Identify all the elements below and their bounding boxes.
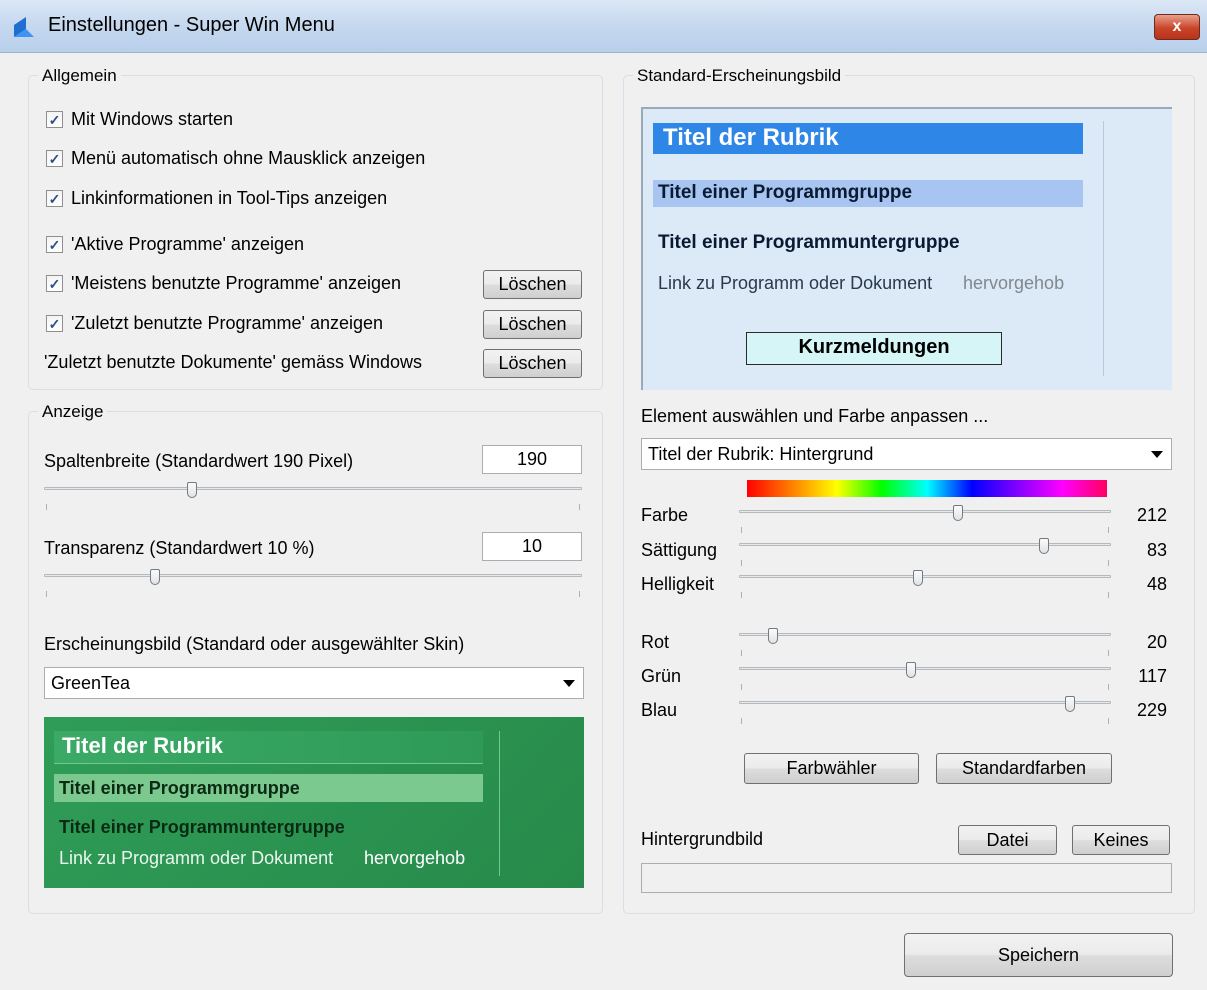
display-group-label: Anzeige bbox=[38, 402, 108, 422]
lightness-track bbox=[739, 575, 1111, 578]
auto-show-menu-checkbox[interactable]: ✓ bbox=[46, 150, 63, 167]
tooltip-info-label: Linkinformationen in Tool-Tips anzeigen bbox=[71, 188, 388, 208]
general-group-label: Allgemein bbox=[38, 66, 121, 86]
most-used-programs-checkbox[interactable]: ✓ bbox=[46, 275, 63, 292]
saturation-slider-thumb[interactable] bbox=[1039, 538, 1050, 554]
active-programs-label: 'Aktive Programme' anzeigen bbox=[71, 234, 304, 254]
blue-slider-thumb[interactable] bbox=[1064, 696, 1075, 712]
slider-tick bbox=[741, 718, 742, 724]
appearance-group-label: Standard-Erscheinungsbild bbox=[633, 66, 846, 86]
start-with-windows-label: Mit Windows starten bbox=[71, 109, 234, 129]
preview-highlight-text: hervorgehob bbox=[963, 273, 1065, 293]
skin-select[interactable]: GreenTea bbox=[44, 667, 584, 699]
green-track bbox=[739, 667, 1111, 670]
red-track bbox=[739, 633, 1111, 636]
red-value: 20 bbox=[1146, 632, 1167, 652]
start-with-windows-checkbox[interactable]: ✓ bbox=[46, 111, 63, 128]
most-used-programs-label: 'Meistens benutzte Programme' anzeigen bbox=[71, 273, 402, 293]
slider-tick bbox=[741, 684, 742, 690]
close-icon: x bbox=[1172, 18, 1182, 35]
recent-documents-label: 'Zuletzt benutzte Dokumente' gemäss Wind… bbox=[44, 352, 423, 372]
green-label: Grün bbox=[641, 666, 682, 686]
green-slider-thumb[interactable] bbox=[905, 662, 916, 678]
slider-tick bbox=[46, 591, 47, 597]
transparency-label: Transparenz (Standardwert 10 %) bbox=[44, 538, 315, 558]
hue-value: 212 bbox=[1136, 505, 1167, 525]
preview-group-title: Titel einer Programmgruppe bbox=[59, 778, 300, 798]
slider-tick bbox=[741, 592, 742, 598]
none-button[interactable]: Keines bbox=[1072, 825, 1170, 855]
close-button[interactable]: x bbox=[1154, 14, 1200, 40]
saturation-value: 83 bbox=[1146, 540, 1167, 560]
preview-link-text: Link zu Programm oder Dokument bbox=[59, 848, 334, 868]
color-picker-button[interactable]: Farbwähler bbox=[744, 753, 919, 784]
clear-most-used-button[interactable]: Löschen bbox=[483, 270, 582, 299]
slider-tick bbox=[46, 504, 47, 510]
column-width-label: Spaltenbreite (Standardwert 190 Pixel) bbox=[44, 451, 354, 471]
hue-slider-thumb[interactable] bbox=[952, 505, 963, 521]
app-icon bbox=[14, 17, 34, 37]
preview-subgroup-title: Titel einer Programmuntergruppe bbox=[59, 817, 345, 837]
blue-value: 229 bbox=[1136, 700, 1167, 720]
skin-label: Erscheinungsbild (Standard oder ausgewäh… bbox=[44, 634, 465, 654]
default-colors-button[interactable]: Standardfarben bbox=[936, 753, 1112, 784]
preview-category-title: Titel der Rubrik bbox=[62, 733, 223, 758]
red-label: Rot bbox=[641, 632, 670, 652]
slider-tick bbox=[579, 504, 580, 510]
recent-programs-checkbox[interactable]: ✓ bbox=[46, 315, 63, 332]
skin-preview: Titel der Rubrik Titel einer Programmgru… bbox=[44, 717, 584, 888]
column-width-slider-thumb[interactable] bbox=[186, 482, 197, 498]
title-bar: Einstellungen - Super Win Menu x bbox=[0, 0, 1207, 53]
skin-select-value: GreenTea bbox=[51, 673, 131, 693]
column-width-track bbox=[44, 487, 582, 490]
preview-group-title: Titel einer Programmgruppe bbox=[658, 182, 913, 203]
element-select-value: Titel der Rubrik: Hintergrund bbox=[648, 444, 874, 464]
background-image-path-field[interactable] bbox=[641, 863, 1172, 893]
lightness-label: Helligkeit bbox=[641, 574, 715, 594]
clear-recent-programs-button[interactable]: Löschen bbox=[483, 310, 582, 339]
slider-tick bbox=[741, 650, 742, 656]
slider-tick bbox=[579, 591, 580, 597]
slider-tick bbox=[741, 527, 742, 533]
active-programs-checkbox[interactable]: ✓ bbox=[46, 236, 63, 253]
dialog-body: Allgemein ✓ Mit Windows starten ✓ Menü a… bbox=[0, 53, 1207, 990]
tooltip-info-checkbox[interactable]: ✓ bbox=[46, 190, 63, 207]
blue-track bbox=[739, 701, 1111, 704]
saturation-track bbox=[739, 543, 1111, 546]
standard-preview: Titel der Rubrik Titel einer Programmgru… bbox=[641, 107, 1172, 390]
preview-column-divider bbox=[1103, 121, 1104, 376]
lightness-slider-thumb[interactable] bbox=[912, 570, 923, 586]
preview-link-text: Link zu Programm oder Dokument bbox=[658, 273, 933, 293]
element-select[interactable]: Titel der Rubrik: Hintergrund bbox=[641, 438, 1172, 470]
transparency-slider-thumb[interactable] bbox=[149, 569, 160, 585]
preview-highlight-text: hervorgehob bbox=[364, 848, 466, 868]
lightness-value: 48 bbox=[1146, 574, 1167, 594]
transparency-input[interactable]: 10 bbox=[482, 532, 582, 561]
file-button[interactable]: Datei bbox=[958, 825, 1057, 855]
background-image-label: Hintergrundbild bbox=[641, 829, 764, 849]
hue-label: Farbe bbox=[641, 505, 689, 525]
preview-subgroup-title: Titel einer Programmuntergruppe bbox=[658, 232, 960, 253]
save-button[interactable]: Speichern bbox=[904, 933, 1173, 977]
recent-programs-label: 'Zuletzt benutzte Programme' anzeigen bbox=[71, 313, 384, 333]
clear-recent-documents-button[interactable]: Löschen bbox=[483, 349, 582, 378]
hue-spectrum-bar bbox=[747, 480, 1107, 497]
window-title: Einstellungen - Super Win Menu bbox=[48, 14, 335, 36]
slider-tick bbox=[1108, 527, 1109, 533]
chevron-down-icon bbox=[563, 680, 575, 687]
preview-column-divider bbox=[499, 731, 500, 876]
saturation-label: Sättigung bbox=[641, 540, 718, 560]
preview-news-label: Kurzmeldungen bbox=[798, 336, 950, 358]
column-width-input[interactable]: 190 bbox=[482, 445, 582, 474]
element-select-prompt: Element auswählen und Farbe anpassen ... bbox=[641, 406, 989, 426]
green-value: 117 bbox=[1138, 666, 1167, 686]
preview-category-title: Titel der Rubrik bbox=[663, 124, 839, 151]
hue-track bbox=[739, 510, 1111, 513]
chevron-down-icon bbox=[1151, 451, 1163, 458]
red-slider-thumb[interactable] bbox=[767, 628, 778, 644]
auto-show-menu-label: Menü automatisch ohne Mausklick anzeigen bbox=[71, 148, 426, 168]
blue-label: Blau bbox=[641, 700, 678, 720]
slider-tick bbox=[741, 560, 742, 566]
transparency-track bbox=[44, 574, 582, 577]
